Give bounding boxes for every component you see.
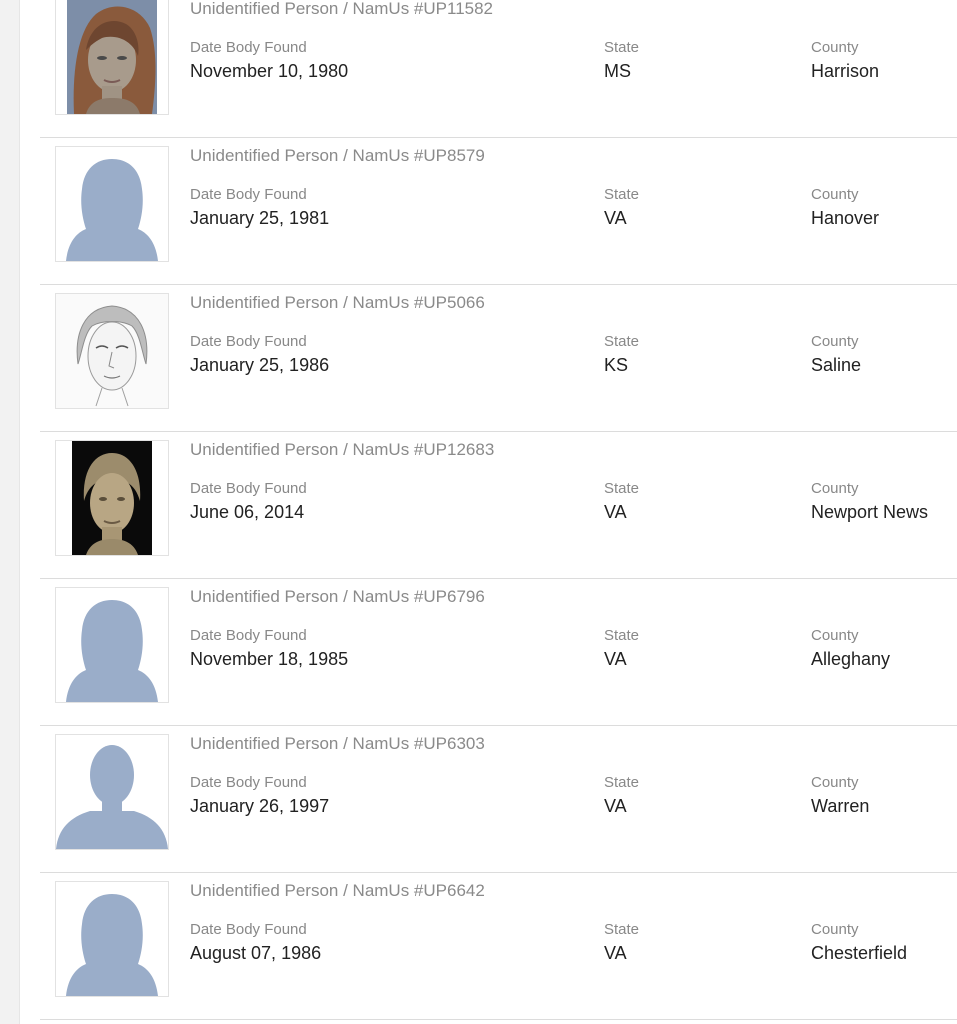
date-label: Date Body Found bbox=[190, 480, 307, 497]
county-label: County bbox=[811, 333, 859, 350]
county-value: Chesterfield bbox=[811, 943, 908, 963]
reconstruction-photo-icon bbox=[67, 0, 157, 114]
county-value: Alleghany bbox=[811, 649, 891, 669]
state-label: State bbox=[604, 627, 640, 644]
record-title[interactable]: Unidentified Person / NamUs #UP5066 bbox=[190, 293, 485, 313]
state-label: State bbox=[604, 921, 640, 938]
county-label: County bbox=[811, 921, 859, 938]
state-label: State bbox=[604, 480, 640, 497]
date-label: Date Body Found bbox=[190, 39, 307, 56]
record-title[interactable]: Unidentified Person / NamUs #UP11582 bbox=[190, 0, 493, 19]
list-item[interactable]: Unidentified Person / NamUs #UP6642 Date… bbox=[40, 873, 957, 1020]
date-value: June 06, 2014 bbox=[190, 502, 305, 522]
county-value: Hanover bbox=[811, 208, 880, 228]
person-image[interactable] bbox=[55, 881, 169, 997]
county-value: Warren bbox=[811, 796, 870, 816]
state-value: VA bbox=[604, 649, 627, 669]
list-item[interactable]: Unidentified Person / NamUs #UP8579 Date… bbox=[40, 138, 957, 285]
date-label: Date Body Found bbox=[190, 921, 307, 938]
person-image[interactable] bbox=[55, 293, 169, 409]
county-value: Harrison bbox=[811, 61, 880, 81]
date-label: Date Body Found bbox=[190, 333, 307, 350]
pencil-sketch-icon bbox=[56, 294, 168, 408]
clay-reconstruction-icon bbox=[72, 441, 152, 555]
date-label: Date Body Found bbox=[190, 627, 307, 644]
county-value: Newport News bbox=[811, 502, 929, 522]
state-value: KS bbox=[604, 355, 629, 375]
results-panel: Unidentified Person / NamUs #UP11582 Dat… bbox=[19, 0, 957, 1024]
date-value: November 10, 1980 bbox=[190, 61, 349, 81]
list-item[interactable]: Unidentified Person / NamUs #UP11582 Dat… bbox=[40, 0, 957, 138]
female-silhouette-icon bbox=[66, 600, 158, 702]
record-title[interactable]: Unidentified Person / NamUs #UP8579 bbox=[190, 146, 485, 166]
person-image[interactable] bbox=[55, 734, 169, 850]
state-value: MS bbox=[604, 61, 631, 81]
list-item[interactable]: Unidentified Person / NamUs #UP5066 Date… bbox=[40, 285, 957, 432]
county-label: County bbox=[811, 186, 859, 203]
date-value: January 26, 1997 bbox=[190, 796, 330, 816]
person-image[interactable] bbox=[55, 0, 169, 115]
county-label: County bbox=[811, 774, 859, 791]
state-value: VA bbox=[604, 943, 627, 963]
record-title[interactable]: Unidentified Person / NamUs #UP12683 bbox=[190, 440, 494, 460]
record-title[interactable]: Unidentified Person / NamUs #UP6796 bbox=[190, 587, 485, 607]
date-value: August 07, 1986 bbox=[190, 943, 322, 963]
state-label: State bbox=[604, 39, 640, 56]
female-silhouette-icon bbox=[66, 159, 158, 261]
county-label: County bbox=[811, 480, 859, 497]
date-value: January 25, 1986 bbox=[190, 355, 330, 375]
state-value: VA bbox=[604, 796, 627, 816]
state-label: State bbox=[604, 333, 640, 350]
date-label: Date Body Found bbox=[190, 186, 307, 203]
record-title[interactable]: Unidentified Person / NamUs #UP6303 bbox=[190, 734, 485, 754]
list-item[interactable]: Unidentified Person / NamUs #UP6303 Date… bbox=[40, 726, 957, 873]
date-value: January 25, 1981 bbox=[190, 208, 330, 228]
date-label: Date Body Found bbox=[190, 774, 307, 791]
county-value: Saline bbox=[811, 355, 862, 375]
state-value: VA bbox=[604, 502, 627, 522]
state-value: VA bbox=[604, 208, 627, 228]
person-image[interactable] bbox=[55, 587, 169, 703]
state-label: State bbox=[604, 186, 640, 203]
female-silhouette-icon bbox=[66, 894, 158, 996]
date-value: November 18, 1985 bbox=[190, 649, 349, 669]
state-label: State bbox=[604, 774, 640, 791]
county-label: County bbox=[811, 627, 859, 644]
list-item[interactable]: Unidentified Person / NamUs #UP12683 Dat… bbox=[40, 432, 957, 579]
county-label: County bbox=[811, 39, 859, 56]
person-image[interactable] bbox=[55, 146, 169, 262]
list-item[interactable]: Unidentified Person / NamUs #UP6796 Date… bbox=[40, 579, 957, 726]
record-title[interactable]: Unidentified Person / NamUs #UP6642 bbox=[190, 881, 485, 901]
person-image[interactable] bbox=[55, 440, 169, 556]
male-silhouette-icon bbox=[56, 745, 168, 849]
